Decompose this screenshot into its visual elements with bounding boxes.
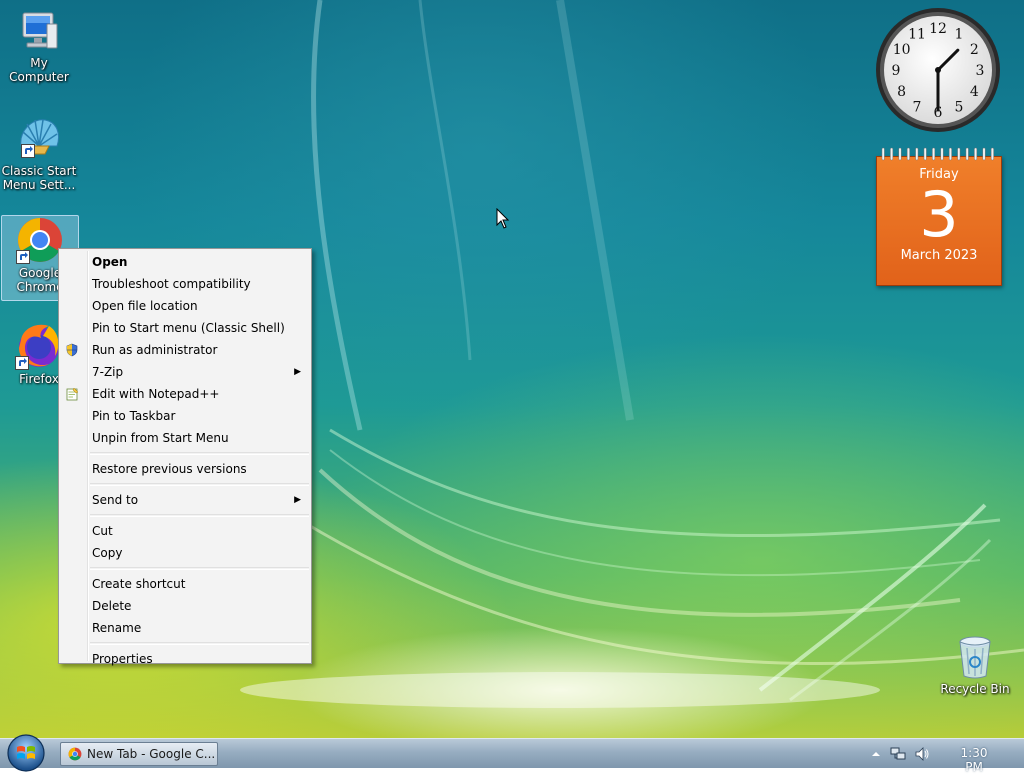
calendar-ring xyxy=(965,147,969,161)
menu-item-delete[interactable]: Delete xyxy=(59,595,311,617)
menu-item-send-to[interactable]: Send to ▶ xyxy=(59,489,311,511)
menu-item-create-shortcut[interactable]: Create shortcut xyxy=(59,573,311,595)
menu-item-open-file-location[interactable]: Open file location xyxy=(59,295,311,317)
shortcut-arrow-icon xyxy=(21,144,35,158)
desktop-icon-label: My Computer xyxy=(9,56,69,84)
clock-number: 11 xyxy=(908,27,926,43)
menu-item-properties[interactable]: Properties xyxy=(59,648,311,670)
calendar-page: Friday 3 March 2023 xyxy=(876,156,1002,286)
calendar-ring xyxy=(881,147,885,161)
menu-item-troubleshoot-compatibility[interactable]: Troubleshoot compatibility xyxy=(59,273,311,295)
analog-clock-face: 12 1234567891011 xyxy=(876,8,1000,132)
taskbar-button-label: New Tab - Google C... xyxy=(87,747,216,761)
calendar-rings-decoration xyxy=(881,147,994,161)
system-tray: 1:30 PM xyxy=(862,739,1024,774)
clock-number: 10 xyxy=(893,42,911,58)
submenu-arrow-icon: ▶ xyxy=(294,367,301,377)
calendar-ring xyxy=(957,147,961,161)
chrome-icon xyxy=(68,747,82,761)
menu-separator xyxy=(90,483,309,486)
shortcut-arrow-icon xyxy=(15,356,29,370)
calendar-date-number: 3 xyxy=(919,178,959,251)
menu-item-cut[interactable]: Cut xyxy=(59,520,311,542)
menu-item-unpin-from-start-menu[interactable]: Unpin from Start Menu xyxy=(59,427,311,449)
calendar-ring xyxy=(940,147,944,161)
calendar-ring xyxy=(982,147,986,161)
desktop[interactable]: My Computer Classic Start Menu Sett... G… xyxy=(0,0,1024,738)
menu-item-7zip[interactable]: 7-Zip ▶ xyxy=(59,361,311,383)
calendar-ring xyxy=(923,147,927,161)
desktop-icon-label: Classic Start Menu Sett... xyxy=(1,164,77,192)
calendar-gadget[interactable]: Friday 3 March 2023 xyxy=(876,146,1002,286)
desktop-icon-label: Google Chrome xyxy=(16,266,64,294)
clock-number: 9 xyxy=(892,63,901,79)
mouse-pointer-icon xyxy=(496,208,510,229)
context-menu[interactable]: Open Troubleshoot compatibility Open fil… xyxy=(58,248,312,666)
clock-gadget[interactable]: 12 1 2 3 4 5 6 7 8 9 10 11 xyxy=(874,6,1002,134)
computer-icon xyxy=(22,12,58,49)
menu-separator xyxy=(90,567,309,570)
clock-number: 2 xyxy=(970,42,979,58)
calendar-ring xyxy=(990,147,994,161)
calendar-ring xyxy=(906,147,910,161)
uac-shield-icon xyxy=(66,343,78,357)
taskbar-clock[interactable]: 1:30 PM xyxy=(952,746,996,774)
menu-item-open[interactable]: Open xyxy=(59,251,311,273)
desktop-icon-label: Firefox xyxy=(19,372,59,386)
volume-icon[interactable] xyxy=(914,746,930,762)
clock-number: 4 xyxy=(970,84,979,100)
clock-number: 7 xyxy=(913,99,922,115)
menu-item-pin-to-start-menu[interactable]: Pin to Start menu (Classic Shell) xyxy=(59,317,311,339)
show-hidden-icons-chevron-icon[interactable] xyxy=(868,746,884,762)
desktop-icon-my-computer[interactable]: My Computer xyxy=(0,10,78,84)
calendar-ring xyxy=(932,147,936,161)
recycle-bin-icon xyxy=(959,636,991,679)
desktop-icon-classic-start-menu[interactable]: Classic Start Menu Sett... xyxy=(0,116,78,192)
menu-separator xyxy=(90,452,309,455)
calendar-month-year: March 2023 xyxy=(900,248,978,263)
network-icon[interactable] xyxy=(890,746,906,762)
clock-number: 8 xyxy=(897,84,906,100)
calendar-ring xyxy=(948,147,952,161)
taskbar-button-chrome[interactable]: New Tab - Google C... xyxy=(60,742,218,766)
calendar-ring xyxy=(974,147,978,161)
clock-number: 3 xyxy=(976,63,985,79)
desktop-icon-label: Recycle Bin xyxy=(940,682,1010,696)
submenu-arrow-icon: ▶ xyxy=(294,495,301,505)
menu-separator xyxy=(90,514,309,517)
menu-separator xyxy=(90,642,309,645)
calendar-ring xyxy=(890,147,894,161)
notepadpp-icon xyxy=(66,387,79,401)
menu-item-copy[interactable]: Copy xyxy=(59,542,311,564)
desktop-icon-recycle-bin[interactable]: Recycle Bin xyxy=(936,634,1014,696)
menu-item-restore-previous-versions[interactable]: Restore previous versions xyxy=(59,458,311,480)
menu-item-run-as-administrator[interactable]: Run as administrator xyxy=(59,339,311,361)
calendar-ring xyxy=(915,147,919,161)
clock-number: 1 xyxy=(955,27,964,43)
menu-item-rename[interactable]: Rename xyxy=(59,617,311,639)
clock-number: 12 xyxy=(929,21,947,37)
start-orb-icon[interactable] xyxy=(6,733,46,773)
calendar-ring xyxy=(898,147,902,161)
taskbar[interactable]: New Tab - Google C... 1:30 PM xyxy=(0,734,1024,774)
menu-item-pin-to-taskbar[interactable]: Pin to Taskbar xyxy=(59,405,311,427)
clock-number: 5 xyxy=(955,99,964,115)
menu-item-edit-with-notepadpp[interactable]: Edit with Notepad++ xyxy=(59,383,311,405)
shortcut-arrow-icon xyxy=(16,250,30,264)
